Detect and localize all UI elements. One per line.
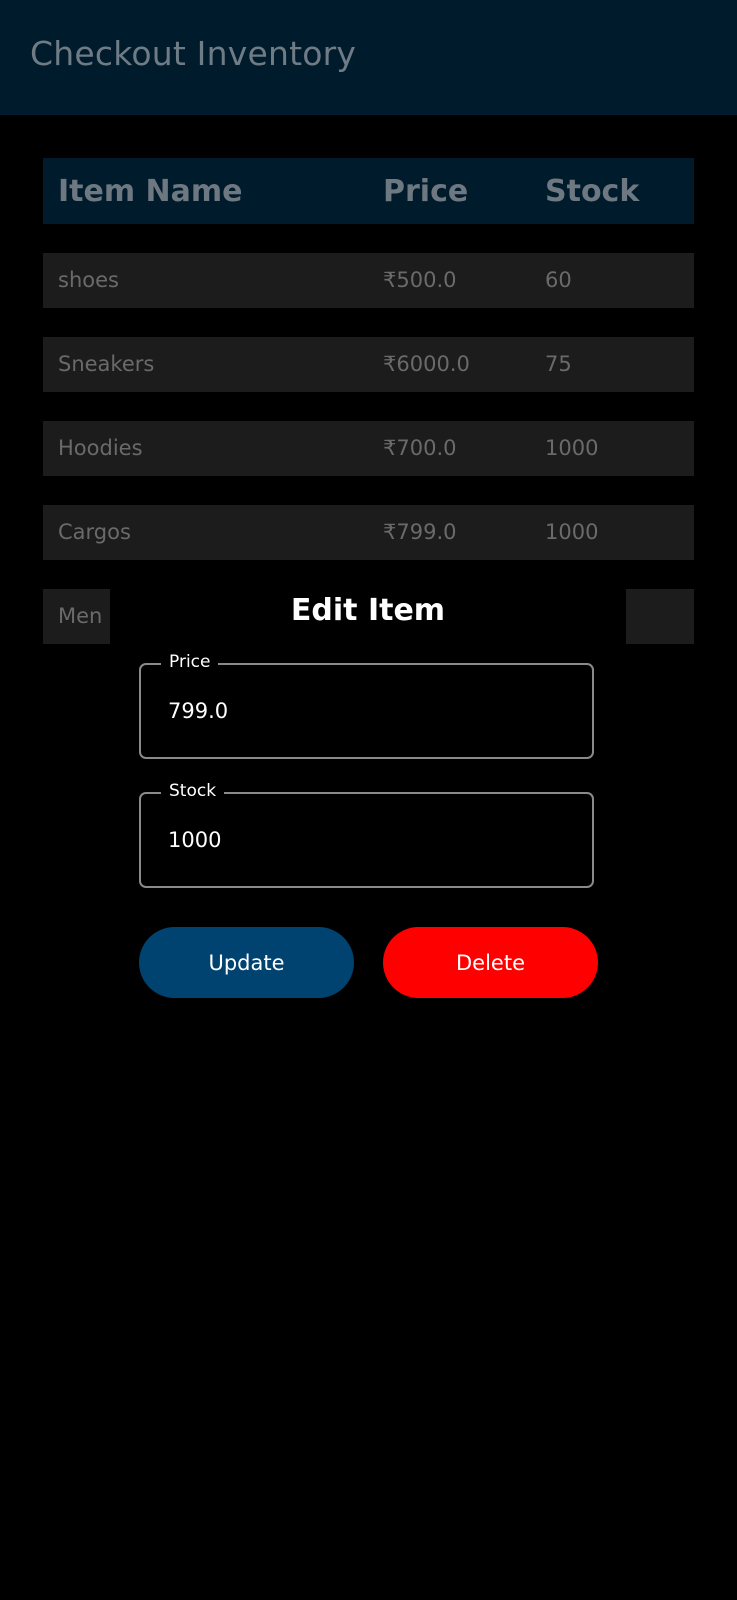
stock-input[interactable] bbox=[168, 822, 568, 858]
header-stock: Stock bbox=[545, 174, 640, 209]
table-row[interactable]: Cargos ₹799.0 1000 bbox=[43, 505, 694, 560]
row-price: ₹500.0 bbox=[383, 268, 457, 292]
inventory-table: Item Name Price Stock shoes ₹500.0 60 Sn… bbox=[43, 158, 694, 644]
row-stock: 60 bbox=[545, 268, 572, 292]
table-row[interactable]: shoes ₹500.0 60 bbox=[43, 253, 694, 308]
edit-item-dialog: Edit Item Price Stock Update Delete bbox=[110, 577, 626, 1017]
row-item-name: Sneakers bbox=[58, 352, 155, 376]
row-item-name: Cargos bbox=[58, 520, 131, 544]
price-field[interactable]: Price bbox=[139, 652, 594, 759]
row-stock: 1000 bbox=[545, 436, 599, 460]
stock-field-label: Stock bbox=[161, 781, 225, 801]
header-price: Price bbox=[383, 174, 469, 209]
update-button[interactable]: Update bbox=[139, 927, 354, 998]
row-item-name: Hoodies bbox=[58, 436, 143, 460]
row-item-name: shoes bbox=[58, 268, 119, 292]
app-bar: Checkout Inventory bbox=[0, 0, 737, 115]
table-row[interactable]: Hoodies ₹700.0 1000 bbox=[43, 421, 694, 476]
table-row[interactable]: Sneakers ₹6000.0 75 bbox=[43, 337, 694, 392]
stock-field[interactable]: Stock bbox=[139, 781, 594, 888]
header-item-name: Item Name bbox=[58, 174, 243, 209]
row-stock: 75 bbox=[545, 352, 572, 376]
row-stock: 1000 bbox=[545, 520, 599, 544]
app-title: Checkout Inventory bbox=[30, 34, 357, 73]
table-header-row: Item Name Price Stock bbox=[43, 158, 694, 224]
row-price: ₹799.0 bbox=[383, 520, 457, 544]
row-price: ₹6000.0 bbox=[383, 352, 470, 376]
price-input[interactable] bbox=[168, 693, 568, 729]
delete-button[interactable]: Delete bbox=[383, 927, 598, 998]
dialog-title: Edit Item bbox=[290, 593, 446, 628]
app-screen: Checkout Inventory Item Name Price Stock… bbox=[0, 0, 737, 1600]
row-price: ₹700.0 bbox=[383, 436, 457, 460]
price-field-label: Price bbox=[161, 652, 219, 672]
